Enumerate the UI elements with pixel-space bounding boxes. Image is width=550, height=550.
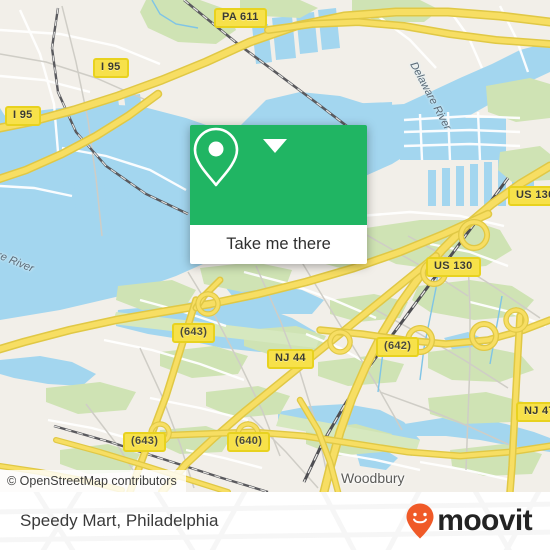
footer-bar: Speedy Mart, Philadelphia moovit <box>0 492 550 550</box>
map-screenshot: PA 611 I 95 I 95 US 130 US 130 (643) NJ … <box>0 0 550 550</box>
osm-attribution[interactable]: © OpenStreetMap contributors <box>0 470 186 492</box>
location-pin-icon <box>193 127 239 187</box>
place-label-woodbury: Woodbury <box>341 470 405 486</box>
place-title: Speedy Mart, Philadelphia <box>20 511 219 530</box>
road-shield: NJ 44 <box>267 349 314 369</box>
moovit-pin-icon <box>406 503 434 539</box>
road-shield: I 95 <box>93 58 129 78</box>
map-canvas[interactable]: PA 611 I 95 I 95 US 130 US 130 (643) NJ … <box>0 0 550 492</box>
road-shield: NJ 47 <box>516 402 550 422</box>
road-shield: (642) <box>376 337 420 357</box>
road-shield: (643) <box>172 323 216 343</box>
road-shield: US 130 <box>426 257 481 277</box>
moovit-brand[interactable]: moovit <box>406 503 533 539</box>
road-shield: I 95 <box>5 106 41 126</box>
take-me-there-button[interactable]: Take me there <box>226 235 331 254</box>
popup-action-area[interactable]: Take me there <box>190 225 367 264</box>
road-shield: US 130 <box>508 186 550 206</box>
moovit-wordmark: moovit <box>437 504 532 537</box>
road-shield: (643) <box>123 432 167 452</box>
road-shield: (640) <box>227 432 271 452</box>
popup-tail <box>263 139 287 153</box>
road-shield: PA 611 <box>214 8 267 28</box>
